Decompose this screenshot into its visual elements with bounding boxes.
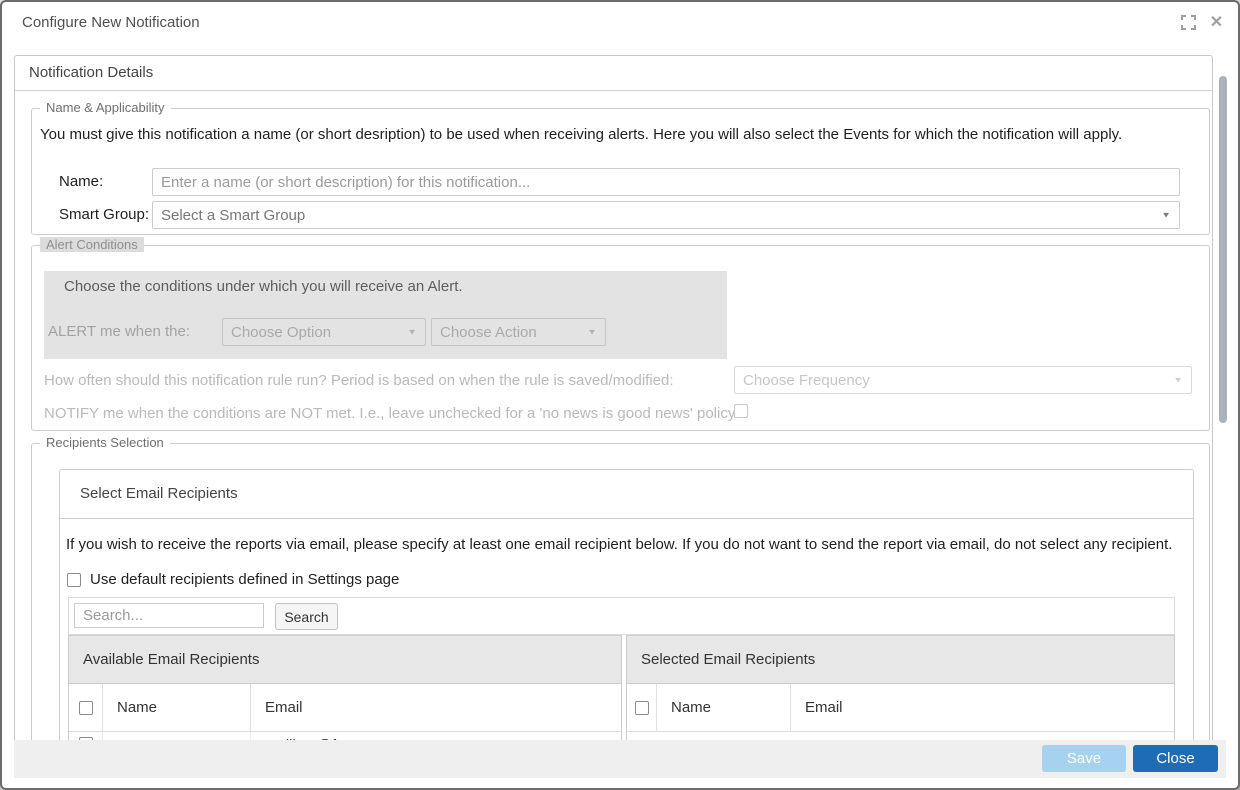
dialog-footer: Save Close (14, 740, 1226, 778)
save-button[interactable]: Save (1042, 745, 1126, 772)
name-applicability-fieldset: Name & Applicability You must give this … (31, 108, 1210, 235)
email-column-header: Email (251, 684, 621, 731)
choose-action-value: Choose Action (440, 324, 537, 341)
use-default-recipients-checkbox[interactable] (67, 573, 81, 587)
selected-select-all-checkbox[interactable] (635, 701, 649, 715)
name-column-header: Name (657, 684, 791, 731)
recipients-selection-fieldset: Recipients Selection Select Email Recipi… (31, 443, 1210, 755)
close-button[interactable]: Close (1133, 745, 1218, 772)
available-column-header-row: Name Email (69, 684, 621, 732)
search-button[interactable]: Search (275, 603, 338, 630)
alert-conditions-fieldset: Alert Conditions Choose the conditions u… (31, 245, 1210, 431)
configure-notification-dialog: Configure New Notification ✕ Notificatio… (0, 0, 1240, 790)
scrollbar-thumb[interactable] (1219, 76, 1227, 423)
available-recipients-title: Available Email Recipients (69, 636, 621, 684)
smart-group-select[interactable]: Select a Smart Group ▼ (152, 201, 1180, 229)
name-column-header: Name (103, 684, 251, 731)
recipients-search-toolbar: Search (68, 597, 1175, 635)
choose-action-select[interactable]: Choose Action ▼ (431, 318, 606, 346)
smart-group-label: Smart Group: (59, 201, 149, 229)
name-label: Name: (59, 168, 103, 196)
use-default-recipients-label: Use default recipients defined in Settin… (90, 571, 399, 588)
chevron-down-icon: ▼ (1173, 376, 1183, 385)
select-all-cell (627, 684, 657, 731)
available-select-all-checkbox[interactable] (79, 701, 93, 715)
chevron-down-icon: ▼ (1161, 211, 1171, 220)
available-recipients-table: Available Email Recipients Name Email us… (68, 635, 622, 755)
maximize-icon[interactable] (1180, 14, 1197, 31)
select-all-cell (69, 684, 103, 731)
vertical-scrollbar[interactable] (1219, 57, 1227, 739)
selected-recipients-title: Selected Email Recipients (627, 636, 1174, 684)
notify-checkbox[interactable] (734, 404, 748, 418)
notify-label: NOTIFY me when the conditions are NOT me… (44, 405, 743, 422)
close-icon[interactable]: ✕ (1208, 14, 1225, 31)
frequency-label: How often should this notification rule … (44, 372, 674, 389)
choose-frequency-value: Choose Frequency (743, 372, 870, 389)
window-controls: ✕ (1180, 14, 1225, 31)
panel-title: Notification Details (15, 56, 1212, 91)
alert-when-label: ALERT me when the: (48, 318, 190, 345)
alert-conditions-intro: Choose the conditions under which you wi… (64, 278, 463, 295)
name-applicability-description: You must give this notification a name (… (40, 126, 1122, 143)
recipients-selection-legend: Recipients Selection (40, 435, 170, 450)
name-applicability-legend: Name & Applicability (40, 100, 171, 115)
choose-frequency-select[interactable]: Choose Frequency ▼ (734, 366, 1192, 394)
alert-conditions-box: Choose the conditions under which you wi… (44, 271, 727, 359)
selected-recipients-table: Selected Email Recipients Name Email (626, 635, 1175, 755)
choose-option-select[interactable]: Choose Option ▼ (222, 318, 426, 346)
choose-option-value: Choose Option (231, 324, 331, 341)
select-email-recipients-panel: Select Email Recipients If you wish to r… (59, 469, 1194, 755)
smart-group-value: Select a Smart Group (161, 207, 305, 224)
dialog-title: Configure New Notification (22, 14, 200, 31)
recipients-description: If you wish to receive the reports via e… (66, 536, 1172, 553)
alert-conditions-legend: Alert Conditions (40, 237, 144, 252)
use-default-recipients-row: Use default recipients defined in Settin… (67, 571, 399, 588)
notification-details-panel: Notification Details Name & Applicabilit… (14, 55, 1213, 755)
chevron-down-icon: ▼ (407, 328, 417, 337)
selected-column-header-row: Name Email (627, 684, 1174, 732)
search-input[interactable] (74, 603, 264, 628)
name-input[interactable] (152, 168, 1180, 196)
chevron-down-icon: ▼ (587, 328, 597, 337)
select-email-recipients-title: Select Email Recipients (60, 470, 1193, 519)
email-column-header: Email (791, 684, 1174, 731)
